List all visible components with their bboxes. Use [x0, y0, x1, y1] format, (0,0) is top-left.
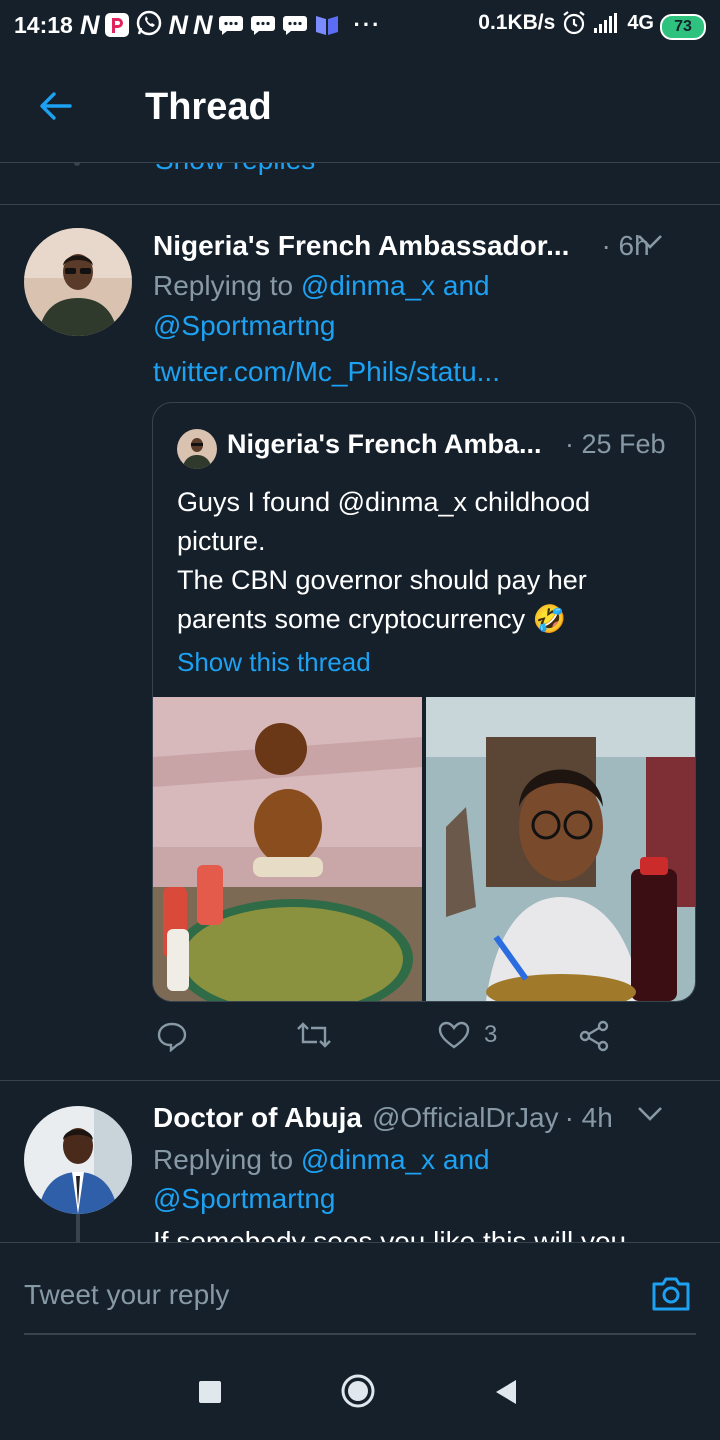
whatsapp-icon [135, 9, 163, 42]
mention-link[interactable]: @dinma_x and [301, 1144, 490, 1175]
avatar[interactable] [24, 228, 132, 336]
reply-input[interactable]: Tweet your reply [24, 1243, 696, 1335]
page-title: Thread [145, 86, 272, 128]
replying-to: Replying to @dinma_x and [153, 266, 490, 306]
like-count: 3 [484, 1021, 498, 1048]
display-name[interactable]: Nigeria's French Ambassador... [153, 230, 569, 262]
signal-icon [594, 13, 618, 33]
mention-link[interactable]: @Sportmartng [153, 1183, 336, 1214]
chevron-down-icon[interactable] [636, 232, 664, 252]
thread-connector [76, 1214, 80, 1244]
battery-icon: 73 [660, 14, 706, 40]
quoted-image[interactable] [426, 697, 695, 1001]
mention-link[interactable]: @Sportmartng [153, 310, 336, 341]
tweet-actions: 3 [152, 1020, 672, 1064]
alarm-icon [563, 11, 585, 35]
quoted-display-name: Nigeria's French Amba... [227, 429, 542, 459]
tweet-header: Doctor of Abuja @OfficialDrJay · 4h [153, 1098, 690, 1138]
top-app-bar: Thread [0, 52, 720, 163]
news-app-icon: N [193, 9, 212, 40]
share-icon [579, 1020, 609, 1052]
display-name[interactable]: Doctor of Abuja [153, 1102, 362, 1134]
avatar[interactable] [24, 1106, 132, 1214]
quoted-tweet-card[interactable]: Nigeria's French Amba... · 25 Feb Guys I… [152, 402, 696, 1002]
system-navigation-bar [0, 1352, 720, 1440]
tweet-divider [0, 1080, 720, 1081]
system-back-button[interactable] [494, 1378, 518, 1406]
book-app-icon [315, 16, 338, 35]
mention-link[interactable]: @dinma_x and [301, 270, 490, 301]
share-button[interactable] [578, 1020, 610, 1052]
quoted-date: · 25 Feb [565, 429, 666, 459]
camera-icon[interactable] [650, 1275, 692, 1313]
message-icon [250, 16, 275, 35]
notification-icons: N N N ··· [80, 9, 381, 41]
system-indicators: 0.1KB/s 4G [478, 10, 654, 36]
reply-icon [157, 1022, 187, 1052]
recent-apps-button[interactable] [199, 1381, 221, 1403]
tweet-header: Nigeria's French Ambassador... · 6h [153, 226, 690, 266]
quoted-tweet-text: Guys I found @dinma_x childhood picture.… [177, 483, 677, 639]
tweet-time[interactable]: · 4h [565, 1102, 613, 1134]
retweet-button[interactable] [296, 1020, 332, 1050]
message-icon [218, 16, 243, 35]
reply-composer-bar: Tweet your reply [0, 1242, 720, 1353]
retweet-icon [297, 1022, 331, 1048]
replying-to-continued: @Sportmartng [153, 306, 336, 346]
heart-icon [438, 1021, 470, 1049]
network-type: 4G [627, 11, 654, 34]
quoted-avatar [177, 429, 217, 469]
quoted-text-line: Guys I found @dinma_x childhood picture. [177, 487, 591, 556]
reply-button[interactable] [156, 1020, 188, 1052]
like-button[interactable]: 3 [438, 1020, 497, 1050]
message-icon [282, 16, 307, 35]
back-arrow-icon[interactable] [36, 86, 76, 126]
replying-prefix: Replying to [153, 1144, 294, 1175]
status-bar: 14:18 N N N ··· 0.1KB/s 4G 73 [0, 0, 720, 52]
replying-to: Replying to @dinma_x and [153, 1140, 490, 1180]
tweet-body: twitter.com/Mc_Phils/statu... [153, 352, 500, 392]
quoted-image[interactable] [153, 697, 422, 1001]
url-link[interactable]: twitter.com/Mc_Phils/statu... [153, 356, 500, 387]
news-app-icon: N [80, 9, 99, 40]
replying-to-continued: @Sportmartng [153, 1179, 336, 1219]
user-handle[interactable]: @OfficialDrJay [372, 1102, 559, 1134]
show-this-thread-link[interactable]: Show this thread [177, 647, 371, 678]
network-speed: 0.1KB/s [478, 11, 556, 34]
status-time: 14:18 [14, 12, 73, 38]
pocket-app-icon [104, 13, 129, 37]
chevron-down-icon[interactable] [636, 1104, 664, 1124]
replying-prefix: Replying to [153, 270, 294, 301]
quoted-text-line: The CBN governor should pay her parents … [177, 565, 587, 634]
more-notifications-icon: ··· [353, 12, 382, 37]
home-button[interactable] [341, 1374, 375, 1408]
news-app-icon: N [168, 9, 188, 40]
